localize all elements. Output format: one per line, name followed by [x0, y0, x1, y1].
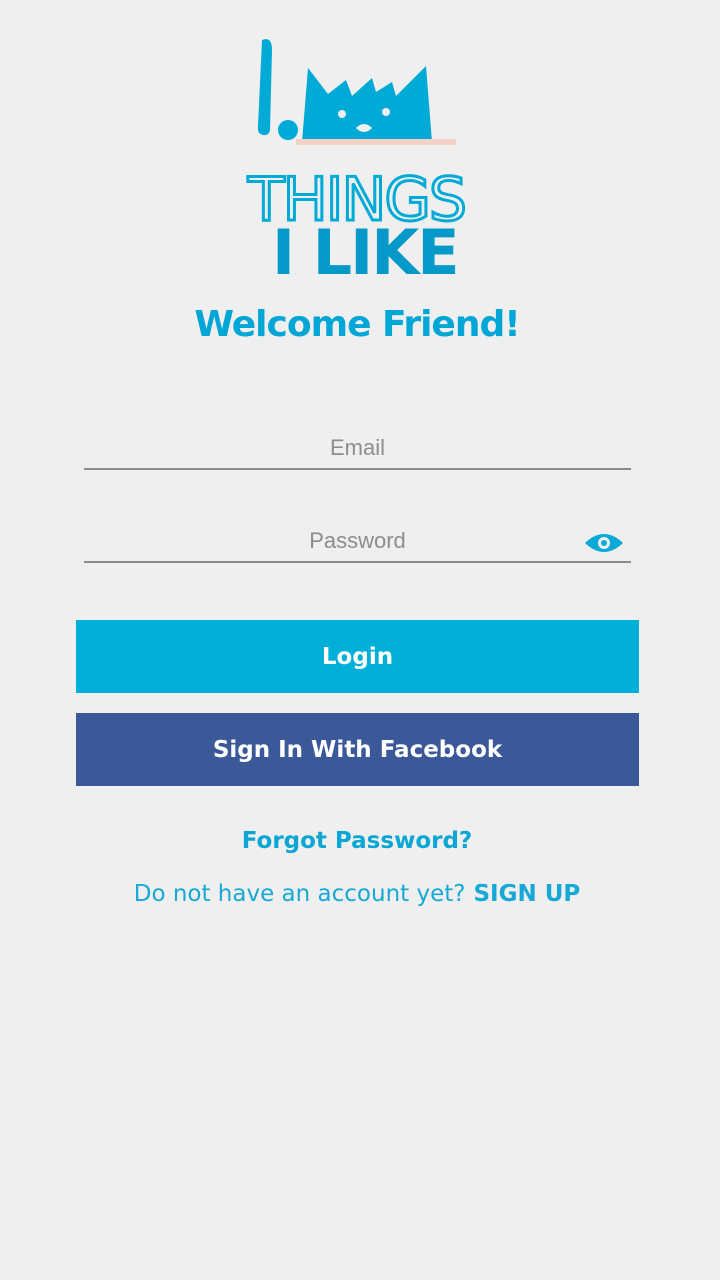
- facebook-signin-button[interactable]: Sign In With Facebook: [76, 713, 639, 786]
- login-screen: THINGS I LIKE Welcome Friend! Login Sign…: [0, 0, 720, 1280]
- eye-icon[interactable]: [583, 529, 625, 557]
- login-button[interactable]: Login: [76, 620, 639, 693]
- password-input[interactable]: [84, 521, 631, 561]
- things-i-like-logo: THINGS I LIKE: [236, 30, 486, 280]
- svg-text:I LIKE: I LIKE: [272, 216, 458, 280]
- forgot-password-link[interactable]: Forgot Password?: [0, 828, 714, 854]
- signup-link[interactable]: SIGN UP: [473, 881, 580, 907]
- email-input[interactable]: [84, 428, 631, 468]
- password-field-container: [84, 521, 631, 563]
- email-field-container: [84, 428, 631, 470]
- welcome-heading: Welcome Friend!: [194, 304, 520, 345]
- signup-prompt: Do not have an account yet? SIGN UP: [0, 881, 714, 907]
- no-account-text: Do not have an account yet?: [133, 881, 466, 907]
